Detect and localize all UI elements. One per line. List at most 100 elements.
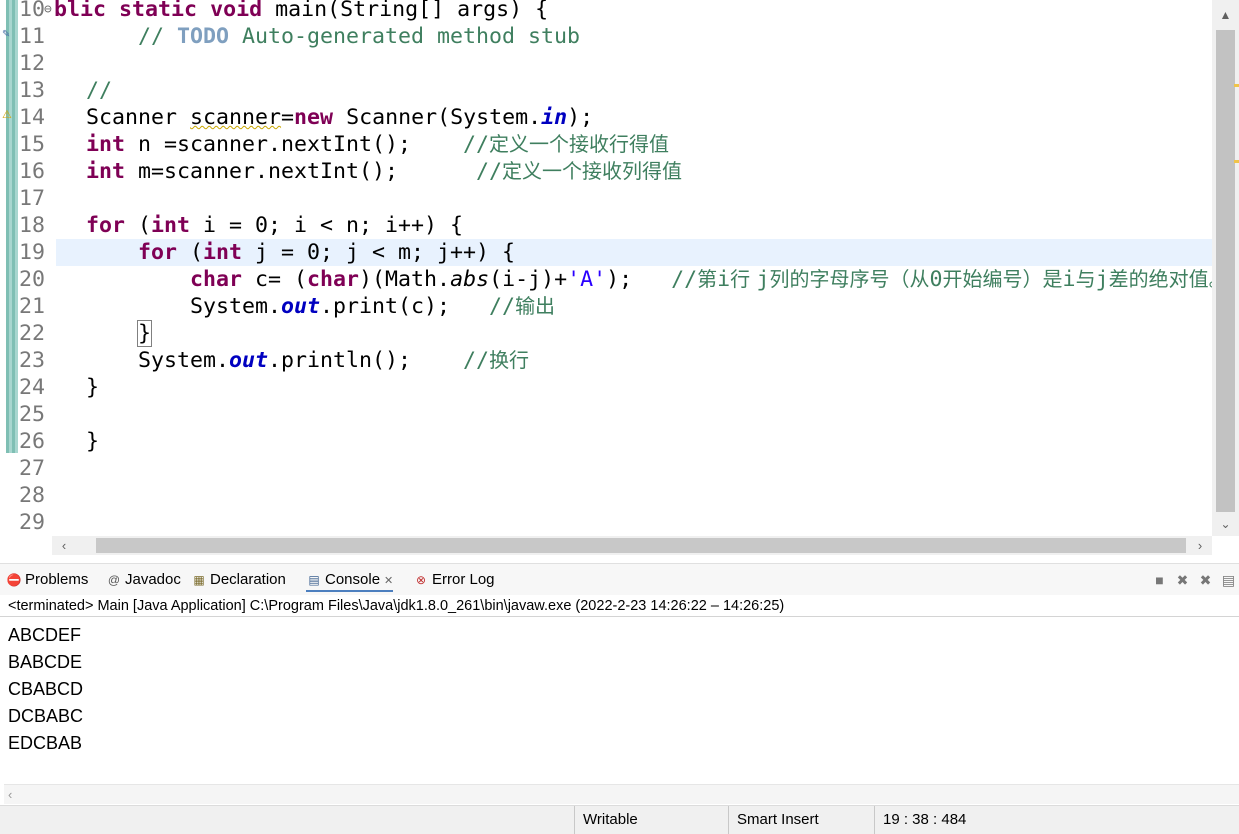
code-line[interactable]: 15 int n =scanner.nextInt(); //定义一个接收行得值 bbox=[0, 131, 1212, 158]
line-number: 13 bbox=[19, 78, 46, 103]
current-code-line[interactable]: 19 for (int j = 0; j < m; j++) { bbox=[19, 239, 1212, 266]
remove-launch-icon[interactable]: ✖ bbox=[1171, 568, 1194, 592]
code-line[interactable]: 14 Scanner scanner=new Scanner(System.in)… bbox=[0, 104, 1212, 131]
code-text: for (int j = 0; j < m; j++) { bbox=[138, 239, 515, 266]
console-line: EDCBAB bbox=[8, 733, 83, 753]
line-number: 24 bbox=[19, 375, 46, 400]
code-token: i = 0; i < n; i++) { bbox=[190, 213, 464, 238]
code-line[interactable]: 25 bbox=[0, 401, 1212, 428]
declaration-icon: ▦ bbox=[193, 573, 205, 587]
code-token: j bbox=[756, 267, 770, 292]
code-line[interactable]: 26} bbox=[0, 428, 1212, 455]
code-text: int m=scanner.nextInt(); //定义一个接收列得值 bbox=[86, 158, 682, 185]
overview-warning-mark[interactable] bbox=[1234, 160, 1239, 163]
code-token: for bbox=[138, 240, 178, 265]
code-line[interactable]: 23 System.out.println(); //换行 bbox=[0, 347, 1212, 374]
code-line[interactable]: 28 bbox=[0, 482, 1212, 509]
code-line[interactable]: 11 // TODO Auto-generated method stub bbox=[0, 23, 1212, 50]
code-token: int bbox=[86, 159, 126, 184]
console-toolbar: ■ ✖ ✖ ▤ bbox=[1148, 568, 1239, 592]
console-process-label: <terminated> Main [Java Application] C:\… bbox=[0, 595, 1239, 617]
code-token: System. bbox=[190, 294, 282, 319]
code-text: for (int i = 0; i < n; i++) { bbox=[86, 212, 463, 239]
code-line[interactable]: 22} bbox=[0, 320, 1212, 347]
status-bar: Writable Smart Insert 19 : 38 : 484 bbox=[0, 805, 1239, 834]
code-token: } bbox=[86, 429, 100, 454]
line-number: 25 bbox=[19, 402, 46, 427]
code-line[interactable]: 18 for (int i = 0; i < n; i++) { bbox=[0, 212, 1212, 239]
code-line[interactable]: 27 bbox=[0, 455, 1212, 482]
line-number: 16 bbox=[19, 159, 46, 184]
console-icon: ▤ bbox=[308, 573, 320, 587]
code-line[interactable]: 24} bbox=[0, 374, 1212, 401]
code-token: ( bbox=[177, 240, 204, 265]
status-insert-mode[interactable]: Smart Insert bbox=[728, 806, 874, 834]
code-token: 与 bbox=[1075, 267, 1096, 291]
code-text: // bbox=[86, 77, 112, 104]
code-token: 第 bbox=[697, 267, 718, 291]
code-token: main(String[] args) { bbox=[262, 0, 549, 22]
code-token: for bbox=[86, 213, 126, 238]
code-token: 开始编号）是 bbox=[942, 267, 1063, 291]
code-text: } bbox=[136, 320, 153, 347]
tab-label: Error Log bbox=[432, 571, 495, 588]
tab-label: Problems bbox=[25, 571, 89, 588]
code-token: 'A' bbox=[567, 267, 607, 292]
scroll-left-icon[interactable]: ‹ bbox=[8, 785, 12, 805]
overview-warning-mark[interactable] bbox=[1234, 84, 1239, 87]
code-line[interactable]: 16 int m=scanner.nextInt(); //定义一个接收列得值 bbox=[0, 158, 1212, 185]
horizontal-scroll-thumb[interactable] bbox=[96, 538, 1186, 553]
code-token: new bbox=[294, 105, 334, 130]
problems-icon: ⛔ bbox=[6, 573, 22, 587]
line-number: 12 bbox=[19, 51, 46, 76]
code-line[interactable]: 12 bbox=[0, 50, 1212, 77]
code-token: in bbox=[541, 105, 568, 130]
tab-javadoc[interactable]: @ Javadoc bbox=[106, 568, 181, 592]
code-line[interactable]: 29 bbox=[0, 509, 1212, 536]
line-number: 15 bbox=[19, 132, 46, 157]
code-token: 输出 bbox=[515, 294, 556, 318]
code-editor[interactable]: ✎ ⚠ 10 ⊖ blic static void main(String[] ar… bbox=[0, 0, 1239, 555]
fold-toggle-icon[interactable]: ⊖ bbox=[44, 0, 52, 23]
code-token: .print(c); bbox=[320, 294, 490, 319]
code-token: TODO bbox=[177, 24, 230, 49]
console-output[interactable]: ABCDEF BABCDE CBABCD DCBABC EDCBAB bbox=[0, 618, 1239, 784]
code-text: // TODO Auto-generated method stub bbox=[138, 23, 580, 50]
code-text: } bbox=[86, 428, 99, 455]
code-token: Scanner bbox=[86, 105, 191, 130]
code-line[interactable]: 20 char c= (char)(Math.abs(i-j)+'A'); //第… bbox=[0, 266, 1229, 293]
code-line[interactable]: 13 // bbox=[0, 77, 1212, 104]
line-number: 29 bbox=[19, 510, 46, 535]
error-log-icon: ⊗ bbox=[415, 573, 427, 587]
clear-console-icon[interactable]: ▤ bbox=[1217, 568, 1239, 592]
status-cursor-position: 19 : 38 : 484 bbox=[874, 806, 1020, 834]
code-line[interactable]: 17 bbox=[0, 185, 1212, 212]
code-line[interactable]: 10 ⊖ blic static void main(String[] args) … bbox=[0, 0, 1212, 23]
code-token: Auto-generated method stub bbox=[229, 24, 581, 49]
code-text: blic static void main(String[] args) { bbox=[54, 0, 548, 23]
panel-tab-bar: ⛔ Problems @ Javadoc ▦ Declaration ▤ Console… bbox=[0, 563, 1239, 595]
code-token: (i-j)+ bbox=[489, 267, 568, 292]
code-token: ); bbox=[567, 105, 594, 130]
horizontal-scrollbar[interactable]: ‹ › bbox=[52, 536, 1212, 555]
code-line[interactable]: 21 System.out.print(c); //输出 bbox=[0, 293, 1212, 320]
code-token: blic bbox=[54, 0, 107, 22]
code-token: int bbox=[203, 240, 243, 265]
line-number: 22 bbox=[19, 321, 46, 346]
console-horizontal-scrollbar[interactable]: ‹ bbox=[4, 784, 1239, 804]
line-number: 21 bbox=[19, 294, 46, 319]
tab-error-log[interactable]: ⊗ Error Log bbox=[413, 568, 495, 592]
terminate-icon[interactable]: ■ bbox=[1148, 568, 1171, 592]
remove-all-launches-icon[interactable]: ✖ bbox=[1194, 568, 1217, 592]
javadoc-icon: @ bbox=[107, 573, 121, 587]
code-token: j = 0; j < m; j++) { bbox=[242, 240, 516, 265]
tab-declaration[interactable]: ▦ Declaration bbox=[191, 568, 286, 592]
close-icon[interactable]: ✕ bbox=[384, 575, 393, 587]
tab-problems[interactable]: ⛔ Problems bbox=[6, 568, 89, 592]
tab-console[interactable]: ▤ Console ✕ bbox=[306, 568, 394, 592]
scroll-left-icon[interactable]: ‹ bbox=[52, 536, 76, 555]
scroll-right-icon[interactable]: › bbox=[1188, 536, 1212, 555]
overview-ruler[interactable] bbox=[1233, 0, 1239, 536]
